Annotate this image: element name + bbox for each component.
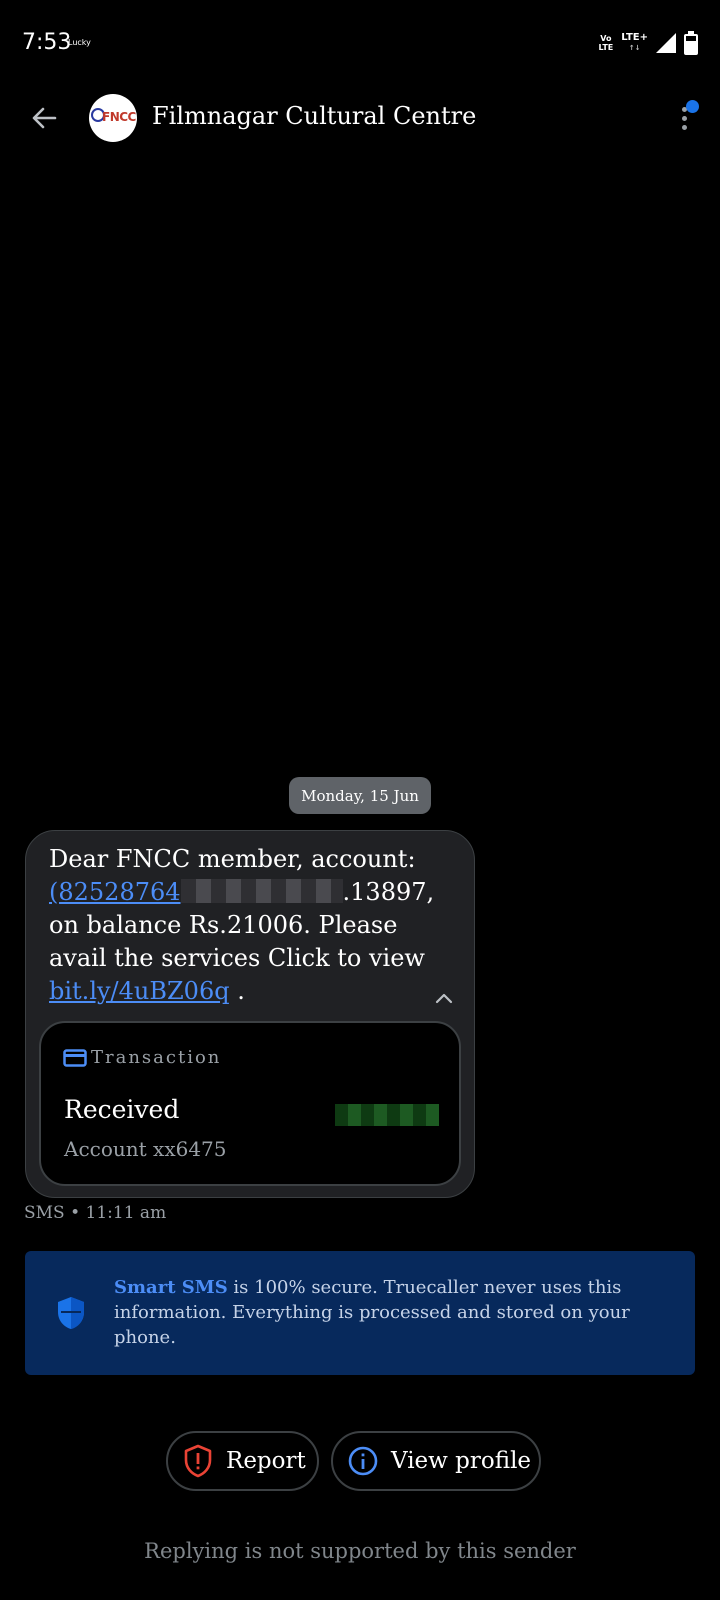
smart-sms-info: Smart SMS is 100% secure. Truecaller nev… <box>25 1251 695 1375</box>
redacted-block <box>180 879 343 903</box>
status-time: 7:53 <box>22 30 72 55</box>
smart-sms-label: Smart SMS <box>114 1277 228 1298</box>
more-dot-icon <box>682 116 687 121</box>
report-label: Report <box>226 1448 306 1474</box>
arrow-left-icon <box>32 107 57 129</box>
status-icons: Vo LTE LTE+ ↑↓ <box>599 30 698 56</box>
chevron-up-icon <box>435 993 453 1004</box>
transaction-account: Account xx6475 <box>64 1137 227 1161</box>
report-button[interactable]: Report <box>166 1431 319 1491</box>
message-fragment: .13897, <box>342 878 435 906</box>
message-bubble[interactable]: Dear FNCC member, account: (82528764 .138… <box>25 830 475 1198</box>
info-text: Smart SMS is 100% secure. Truecaller nev… <box>114 1275 634 1350</box>
view-profile-label: View profile <box>391 1448 532 1474</box>
more-dot-icon <box>682 125 687 130</box>
transaction-card[interactable]: Transaction Received Account xx6475 <box>39 1021 461 1186</box>
shield-icon <box>58 1297 84 1329</box>
url-link[interactable]: bit.ly/4uBZ06q <box>49 977 230 1005</box>
view-profile-button[interactable]: View profile <box>331 1431 541 1491</box>
card-icon <box>63 1048 87 1067</box>
status-carrier: Lucky <box>68 38 91 47</box>
sender-name[interactable]: Filmnagar Cultural Centre <box>152 102 476 130</box>
status-bar: 7:53 Lucky Vo LTE LTE+ ↑↓ <box>0 0 720 86</box>
app-bar: FNCC Filmnagar Cultural Centre <box>0 86 720 158</box>
info-icon <box>348 1446 378 1476</box>
network-type-icon: LTE+ ↑↓ <box>621 32 648 54</box>
avatar-logo-text: FNCC <box>102 110 136 124</box>
battery-icon <box>684 31 698 55</box>
notification-dot-icon <box>686 100 699 113</box>
message-text[interactable]: Dear FNCC member, account: (82528764 .138… <box>49 843 449 1008</box>
back-button[interactable] <box>22 96 66 140</box>
network-arrows: ↑↓ <box>628 44 641 52</box>
sender-avatar[interactable]: FNCC <box>89 94 137 142</box>
message-line: Dear FNCC member, account: <box>49 845 416 873</box>
transaction-header: Transaction <box>63 1047 221 1068</box>
message-fragment: . <box>229 977 245 1005</box>
transaction-status: Received <box>64 1095 180 1124</box>
message-line: on balance Rs.21006. Please <box>49 911 398 939</box>
date-chip: Monday, 15 Jun <box>289 777 431 814</box>
message-line: avail the services Click to view <box>49 944 425 972</box>
more-options-button[interactable] <box>666 98 706 138</box>
reply-not-supported-note: Replying is not supported by this sender <box>144 1539 576 1563</box>
signal-icon <box>656 33 676 53</box>
transaction-title: Transaction <box>91 1047 222 1068</box>
collapse-button[interactable] <box>430 984 458 1012</box>
phone-number-link[interactable]: (82528764 <box>49 878 181 906</box>
shield-alert-icon <box>184 1444 212 1478</box>
network-type: LTE+ <box>621 32 648 43</box>
volte-top: Vo <box>600 34 612 43</box>
redacted-amount <box>335 1104 439 1126</box>
volte-bottom: LTE <box>598 43 614 52</box>
volte-icon: Vo LTE <box>599 34 614 52</box>
message-meta: SMS • 11:11 am <box>24 1203 167 1223</box>
